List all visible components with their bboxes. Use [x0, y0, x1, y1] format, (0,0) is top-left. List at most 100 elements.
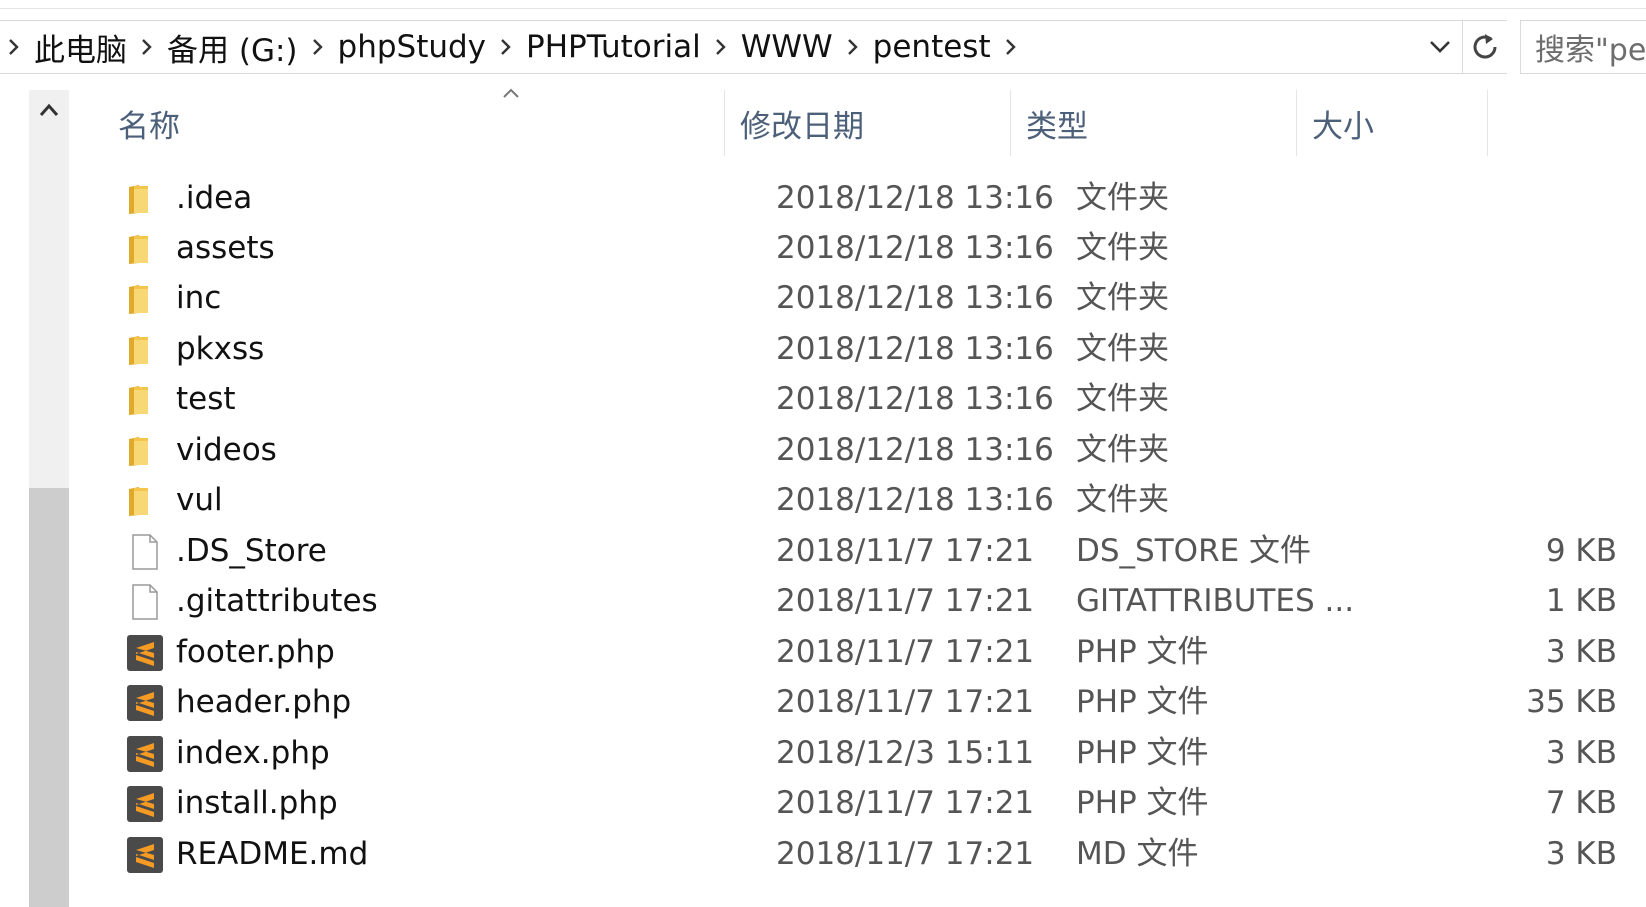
refresh-icon: [1473, 34, 1497, 59]
chevron-right-icon[interactable]: [304, 21, 332, 73]
file-type: 文件夹: [1076, 482, 1169, 518]
file-row[interactable]: pkxss 2018/12/18 13:16 文件夹: [76, 323, 1546, 376]
file-row[interactable]: install.php 2018/11/7 17:21 PHP 文件 7 KB: [76, 777, 1617, 830]
sublime-file-icon: [127, 685, 163, 721]
blank-file-icon: [132, 584, 158, 620]
file-modified-date: 2018/11/7 17:21: [776, 634, 1035, 670]
chevron-down-icon: [1430, 41, 1450, 53]
file-row[interactable]: vul 2018/12/18 13:16 文件夹: [76, 474, 1546, 527]
file-row[interactable]: footer.php 2018/11/7 17:21 PHP 文件 3 KB: [76, 626, 1617, 679]
file-modified-date: 2018/11/7 17:21: [776, 785, 1035, 821]
address-history-button[interactable]: [1418, 21, 1462, 73]
column-header-date[interactable]: 修改日期: [726, 90, 1011, 156]
file-row[interactable]: videos 2018/12/18 13:16 文件夹: [76, 424, 1546, 477]
column-header-type[interactable]: 类型: [1012, 90, 1296, 156]
file-name: videos: [176, 432, 277, 468]
file-row[interactable]: .idea 2018/12/18 13:16 文件夹: [76, 172, 1546, 225]
scrollbar-thumb[interactable]: [29, 488, 69, 907]
file-size: [1376, 424, 1617, 477]
file-type: PHP 文件: [1076, 785, 1209, 821]
file-name: header.php: [176, 684, 352, 720]
file-modified-date: 2018/12/18 13:16: [776, 180, 1054, 216]
file-type: GITATTRIBUTES ...: [1076, 583, 1355, 619]
breadcrumb-item-www[interactable]: WWW: [735, 29, 839, 65]
file-name: .idea: [176, 180, 253, 216]
blank-file-icon: [132, 534, 158, 570]
chevron-right-icon[interactable]: [0, 21, 28, 73]
file-modified-date: 2018/11/7 17:21: [776, 583, 1035, 619]
file-row[interactable]: assets 2018/12/18 13:16 文件夹: [76, 222, 1546, 275]
folder-icon: [129, 285, 148, 314]
file-modified-date: 2018/12/18 13:16: [776, 381, 1054, 417]
file-row[interactable]: test 2018/12/18 13:16 文件夹: [76, 373, 1546, 426]
chevron-right-icon[interactable]: [839, 21, 867, 73]
search-placeholder: 搜索"pe: [1535, 33, 1646, 68]
file-type: 文件夹: [1076, 432, 1169, 468]
folder-icon: [129, 185, 148, 214]
breadcrumb-item-this-pc[interactable]: 此电脑: [28, 25, 133, 70]
breadcrumb-item-phptutorial[interactable]: PHPTutorial: [520, 29, 707, 65]
file-modified-date: 2018/11/7 17:21: [776, 684, 1035, 720]
file-modified-date: 2018/12/18 13:16: [776, 331, 1054, 367]
column-header-size[interactable]: 大小: [1298, 90, 1488, 156]
folder-icon: [129, 386, 148, 415]
navigation-pane-scrollbar[interactable]: [29, 90, 69, 907]
file-modified-date: 2018/11/7 17:21: [776, 533, 1035, 569]
file-type: 文件夹: [1076, 381, 1169, 417]
file-size: [1376, 373, 1617, 426]
breadcrumb-item-phpstudy[interactable]: phpStudy: [332, 29, 493, 65]
column-divider[interactable]: [724, 90, 725, 156]
file-type: 文件夹: [1076, 280, 1169, 316]
chevron-right-icon[interactable]: [492, 21, 520, 73]
folder-icon: [129, 235, 148, 264]
folder-icon: [129, 336, 148, 365]
folder-icon: [129, 487, 148, 516]
file-size: 3 KB: [1545, 735, 1617, 771]
column-divider[interactable]: [1010, 90, 1011, 156]
column-divider[interactable]: [1487, 90, 1488, 156]
sublime-file-icon: [127, 837, 163, 873]
breadcrumb-item-pentest[interactable]: pentest: [867, 29, 997, 65]
file-modified-date: 2018/12/18 13:16: [776, 230, 1054, 266]
column-header-name[interactable]: 名称: [104, 90, 724, 156]
file-row[interactable]: index.php 2018/12/3 15:11 PHP 文件 3 KB: [76, 727, 1617, 780]
breadcrumb: 此电脑 备用 (G:) phpStudy PHPTutorial WWW pen…: [0, 21, 1025, 73]
file-name: inc: [176, 280, 222, 316]
scroll-up-button[interactable]: [29, 90, 69, 130]
chevron-up-icon: [39, 103, 59, 116]
file-size: [1376, 474, 1617, 527]
file-size: 35 KB: [1526, 684, 1617, 720]
file-type: 文件夹: [1076, 331, 1169, 367]
sublime-file-icon: [127, 635, 163, 671]
file-name: vul: [176, 482, 223, 518]
file-name: footer.php: [176, 634, 335, 670]
chevron-right-icon[interactable]: [997, 21, 1025, 73]
search-input[interactable]: 搜索"pe: [1520, 20, 1646, 74]
file-row[interactable]: .DS_Store 2018/11/7 17:21 DS_STORE 文件 9 …: [76, 525, 1617, 578]
sublime-file-icon: [127, 736, 163, 772]
chevron-right-icon[interactable]: [133, 21, 161, 73]
folder-icon: [129, 437, 148, 466]
breadcrumb-item-drive-g[interactable]: 备用 (G:): [161, 25, 304, 70]
file-row[interactable]: .gitattributes 2018/11/7 17:21 GITATTRIB…: [76, 575, 1617, 628]
file-type: 文件夹: [1076, 230, 1169, 266]
file-type: PHP 文件: [1076, 735, 1209, 771]
file-modified-date: 2018/12/18 13:16: [776, 280, 1054, 316]
file-size: 3 KB: [1545, 836, 1617, 872]
refresh-button[interactable]: [1462, 21, 1507, 73]
file-size: [1376, 222, 1617, 275]
address-bar[interactable]: 此电脑 备用 (G:) phpStudy PHPTutorial WWW pen…: [0, 20, 1507, 74]
file-name: pkxss: [176, 331, 265, 367]
file-size: 3 KB: [1545, 634, 1617, 670]
file-row[interactable]: header.php 2018/11/7 17:21 PHP 文件 35 KB: [76, 676, 1617, 729]
file-name: index.php: [176, 735, 330, 771]
file-row[interactable]: inc 2018/12/18 13:16 文件夹: [76, 272, 1546, 325]
chevron-right-icon[interactable]: [707, 21, 735, 73]
column-divider[interactable]: [1296, 90, 1297, 156]
file-size: [1376, 272, 1617, 325]
column-header-date-label: 修改日期: [740, 108, 864, 145]
file-type: DS_STORE 文件: [1076, 533, 1312, 569]
file-name: test: [176, 381, 236, 417]
file-modified-date: 2018/12/3 15:11: [776, 735, 1035, 771]
file-row[interactable]: README.md 2018/11/7 17:21 MD 文件 3 KB: [76, 828, 1617, 881]
